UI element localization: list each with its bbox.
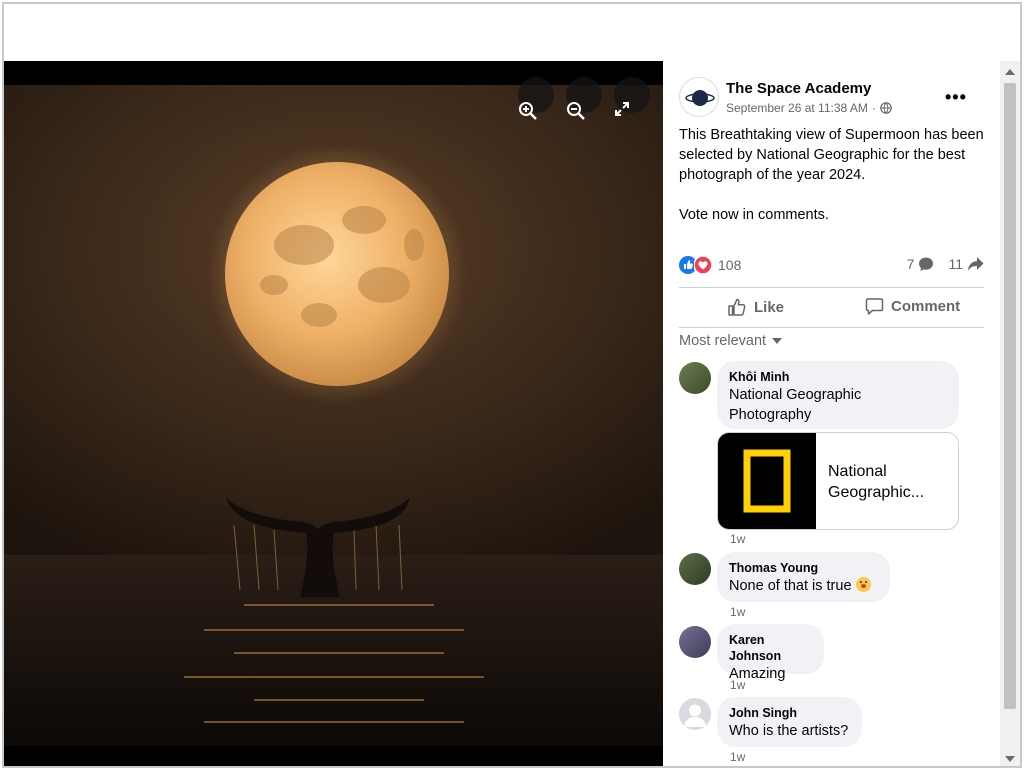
natgeo-frame-icon xyxy=(743,449,791,513)
post-text-paragraph-2: Vote now in comments. xyxy=(679,207,829,223)
fullscreen-button[interactable] xyxy=(614,77,650,116)
link-title-line-2: Geographic... xyxy=(828,484,925,501)
zoom-in-icon xyxy=(519,102,537,120)
comment-button[interactable]: Comment xyxy=(865,297,960,316)
comment-author[interactable]: Thomas Young xyxy=(729,560,878,576)
default-avatar-icon xyxy=(684,704,706,727)
comment-text: Who is the artists? xyxy=(729,723,849,739)
top-bar xyxy=(4,4,1020,61)
comment-text-line-1: National Geographic xyxy=(729,387,862,403)
comment-bubble: Thomas Young None of that is true xyxy=(717,552,890,602)
zoom-out-icon xyxy=(567,102,585,120)
comment-bubble: Karen Johnson Amazing xyxy=(717,624,824,682)
commenter-avatar[interactable] xyxy=(679,698,711,730)
comment-time[interactable]: 1w xyxy=(730,532,745,546)
post-timestamp[interactable]: September 26 at 11:38 AM xyxy=(726,101,868,115)
page-avatar[interactable] xyxy=(679,77,719,117)
scroll-down-arrow-icon[interactable] xyxy=(1005,756,1015,762)
panel-scrollbar[interactable] xyxy=(1000,61,1020,766)
comment-time[interactable]: 1w xyxy=(730,750,745,764)
meta-separator: · xyxy=(871,101,876,115)
comment-text-line-2: Photography xyxy=(729,407,812,423)
link-title-line-1: National xyxy=(828,463,887,480)
commenter-avatar[interactable] xyxy=(679,362,711,394)
sort-label: Most relevant xyxy=(679,333,767,349)
page-name[interactable]: The Space Academy xyxy=(726,80,871,97)
commenter-avatar[interactable] xyxy=(679,553,711,585)
reaction-count: 108 xyxy=(718,257,742,273)
commenter-avatar[interactable] xyxy=(679,626,711,658)
divider-top xyxy=(679,287,984,288)
natgeo-logo xyxy=(718,433,816,529)
zoom-out-button[interactable] xyxy=(566,77,602,120)
space-academy-logo-icon xyxy=(685,90,715,106)
share-count: 11 xyxy=(948,256,963,272)
comment-count-link[interactable]: 7 xyxy=(907,256,935,272)
comment-author[interactable]: Khôi Minh xyxy=(729,369,947,385)
clown-emoji-icon xyxy=(855,577,871,592)
comment-bubble: John Singh Who is the artists? xyxy=(717,697,862,747)
comment-label: Comment xyxy=(891,298,961,315)
comment-text-content: None of that is true xyxy=(729,578,852,594)
divider-bottom xyxy=(679,327,984,328)
like-button[interactable]: Like xyxy=(727,297,784,317)
caret-down-icon xyxy=(772,337,783,344)
viewer-window: The Space Academy September 26 at 11:38 … xyxy=(2,2,1022,768)
comment-time[interactable]: 1w xyxy=(730,605,745,619)
comment-author[interactable]: John Singh xyxy=(729,705,850,721)
reactions-summary[interactable]: 108 xyxy=(679,256,741,274)
post-panel: The Space Academy September 26 at 11:38 … xyxy=(663,61,1000,766)
comment-time[interactable]: 1w xyxy=(730,678,745,692)
thumbs-up-icon xyxy=(728,298,746,316)
like-label: Like xyxy=(754,298,785,316)
globe-icon xyxy=(880,102,892,114)
post-meta: September 26 at 11:38 AM · xyxy=(726,101,892,115)
more-options-button[interactable]: ••• xyxy=(945,87,967,108)
sort-comments-dropdown[interactable]: Most relevant xyxy=(679,333,783,349)
link-preview-card[interactable]: National Geographic... xyxy=(717,432,959,530)
comment-author[interactable]: Karen Johnson xyxy=(729,632,812,664)
love-reaction-icon xyxy=(694,256,712,274)
share-arrow-icon xyxy=(967,257,984,271)
comment-count: 7 xyxy=(906,256,915,272)
comment-bubble: Khôi Minh National Geographic Photograph… xyxy=(717,361,959,429)
photo-viewer[interactable] xyxy=(4,61,663,766)
comment-text: None of that is true xyxy=(729,576,878,596)
zoom-in-button[interactable] xyxy=(518,77,554,120)
post-text: This Breathtaking view of Supermoon has … xyxy=(679,125,984,245)
comment-icon xyxy=(865,298,884,315)
scroll-thumb[interactable] xyxy=(1004,83,1016,709)
share-count-link[interactable]: 11 xyxy=(948,256,984,272)
link-title: National Geographic... xyxy=(828,461,953,503)
post-text-paragraph-1: This Breathtaking view of Supermoon has … xyxy=(679,127,984,183)
comment-bubble-icon xyxy=(919,257,934,271)
fullscreen-icon xyxy=(615,102,629,116)
moon xyxy=(225,162,449,386)
post-stats: 7 11 xyxy=(907,256,984,272)
scroll-up-arrow-icon[interactable] xyxy=(1005,69,1015,75)
supermoon-photo xyxy=(4,85,663,746)
